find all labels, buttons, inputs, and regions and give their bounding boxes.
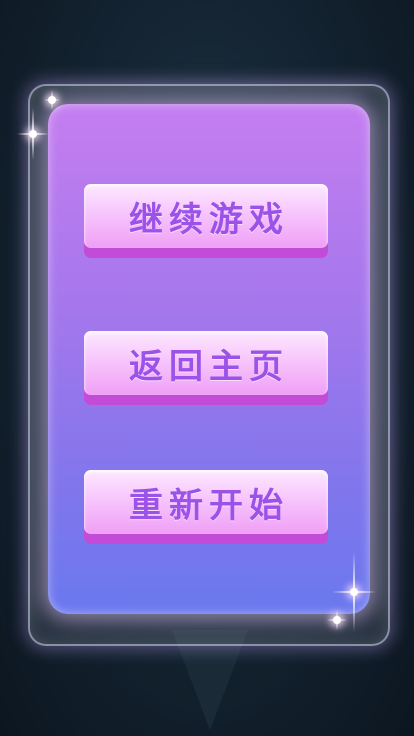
continue-game-label: 继续游戏	[129, 199, 289, 240]
button-face: 重新开始	[84, 470, 328, 534]
button-face: 继续游戏	[84, 184, 328, 248]
continue-game-button[interactable]: 继续游戏	[84, 184, 328, 258]
return-home-label: 返回主页	[129, 346, 289, 387]
button-face: 返回主页	[84, 331, 328, 395]
restart-label: 重新开始	[129, 485, 289, 526]
return-home-button[interactable]: 返回主页	[84, 331, 328, 405]
restart-button[interactable]: 重新开始	[84, 470, 328, 544]
